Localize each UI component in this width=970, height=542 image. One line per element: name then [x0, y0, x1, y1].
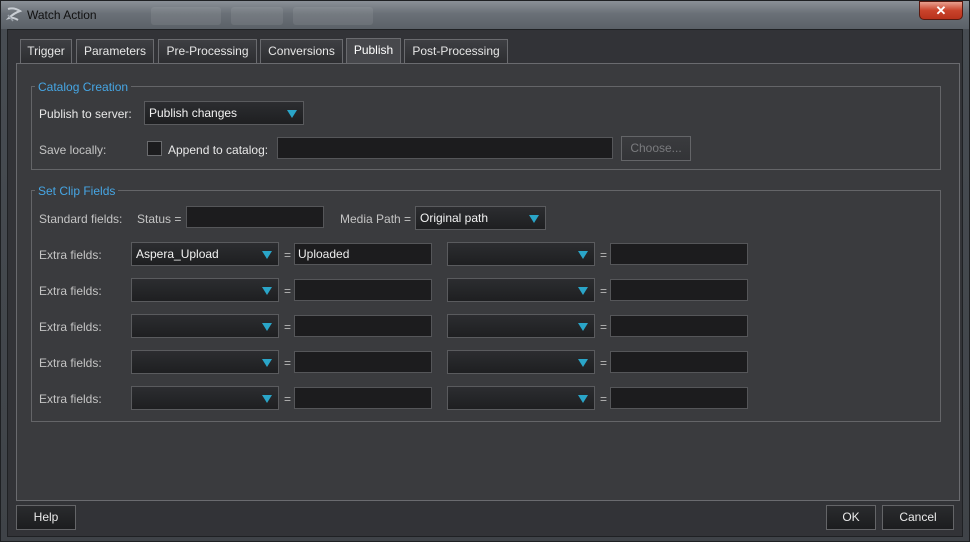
catalog-creation-legend: Catalog Creation	[35, 80, 132, 94]
app-icon	[5, 7, 23, 22]
dropdown-arrow-icon	[287, 110, 297, 118]
dialog-client: Trigger Parameters Pre-Processing Conver…	[7, 29, 963, 537]
help-button[interactable]: Help	[16, 505, 76, 530]
extra-field-value-1[interactable]	[294, 279, 432, 301]
extra-field-value-2[interactable]	[610, 351, 748, 373]
dropdown-arrow-icon	[578, 251, 588, 259]
equals-sign: =	[600, 392, 608, 406]
extra-field-value-1[interactable]: Uploaded	[294, 243, 432, 265]
extra-fields-label: Extra fields:	[39, 248, 102, 262]
extra-field-select-2[interactable]	[447, 350, 595, 374]
extra-field-select-1[interactable]	[131, 386, 279, 410]
append-to-catalog-checkbox[interactable]	[147, 141, 162, 156]
dropdown-arrow-icon	[262, 323, 272, 331]
save-locally-label: Save locally:	[39, 143, 107, 157]
dropdown-arrow-icon	[262, 251, 272, 259]
extra-fields-label: Extra fields:	[39, 356, 102, 370]
tab-conversions[interactable]: Conversions	[260, 39, 343, 63]
equals-sign: =	[284, 248, 292, 262]
publish-select-value: Publish changes	[149, 106, 238, 120]
close-icon: ✕	[935, 3, 947, 18]
extra-field-select-2[interactable]	[447, 242, 595, 266]
extra-field-value-2[interactable]	[610, 243, 748, 265]
extra-fields-label: Extra fields:	[39, 392, 102, 406]
window-title: Watch Action	[27, 8, 97, 22]
tab-label: Publish	[353, 43, 394, 57]
tab-label: Pre-Processing	[166, 44, 249, 58]
dropdown-arrow-icon	[578, 287, 588, 295]
tab-trigger[interactable]: Trigger	[20, 39, 72, 63]
background-ghost	[151, 7, 221, 25]
equals-sign: =	[284, 284, 292, 298]
tab-label: Parameters	[83, 44, 147, 58]
status-label: Status =	[137, 212, 182, 226]
append-to-catalog-label: Append to catalog:	[168, 143, 269, 157]
equals-sign: =	[600, 356, 608, 370]
media-path-label: Media Path =	[340, 212, 412, 226]
extra-field-select-1[interactable]	[131, 314, 279, 338]
equals-sign: =	[284, 392, 292, 406]
append-catalog-input[interactable]	[277, 137, 613, 159]
tab-pre-processing[interactable]: Pre-Processing	[158, 39, 257, 63]
extra-field-select-1[interactable]	[131, 350, 279, 374]
title-bar[interactable]: Watch Action ✕	[1, 1, 969, 29]
extra-field-select-1[interactable]: Aspera_Upload	[131, 242, 279, 266]
tab-publish[interactable]: Publish	[346, 38, 401, 63]
ok-button[interactable]: OK	[826, 505, 876, 530]
dropdown-arrow-icon	[262, 359, 272, 367]
select-value: Aspera_Upload	[136, 247, 219, 261]
extra-field-select-2[interactable]	[447, 386, 595, 410]
tab-label: Post-Processing	[412, 44, 500, 58]
equals-sign: =	[600, 284, 608, 298]
equals-sign: =	[284, 356, 292, 370]
extra-field-value-2[interactable]	[610, 315, 748, 337]
dropdown-arrow-icon	[578, 359, 588, 367]
media-path-value: Original path	[420, 211, 489, 225]
equals-sign: =	[600, 248, 608, 262]
dropdown-arrow-icon	[578, 395, 588, 403]
tab-label: Trigger	[27, 44, 65, 58]
extra-field-select-2[interactable]	[447, 278, 595, 302]
extra-field-value-1[interactable]	[294, 387, 432, 409]
tab-label: Conversions	[268, 44, 335, 58]
extra-field-value-1[interactable]	[294, 315, 432, 337]
background-ghost	[231, 7, 283, 25]
dropdown-arrow-icon	[529, 215, 539, 223]
publish-tab-panel: Catalog Creation Publish to server: Publ…	[16, 63, 960, 501]
extra-field-value-1[interactable]	[294, 351, 432, 373]
set-clip-fields-legend: Set Clip Fields	[35, 184, 119, 198]
equals-sign: =	[600, 320, 608, 334]
cancel-button[interactable]: Cancel	[882, 505, 954, 530]
dropdown-arrow-icon	[578, 323, 588, 331]
status-input[interactable]	[186, 206, 324, 228]
extra-field-value-2[interactable]	[610, 387, 748, 409]
dropdown-arrow-icon	[262, 287, 272, 295]
close-button[interactable]: ✕	[919, 1, 963, 20]
extra-field-value-2[interactable]	[610, 279, 748, 301]
media-path-select[interactable]: Original path	[415, 206, 546, 230]
tab-parameters[interactable]: Parameters	[76, 39, 154, 63]
extra-fields-label: Extra fields:	[39, 320, 102, 334]
extra-fields-label: Extra fields:	[39, 284, 102, 298]
watch-action-window: Watch Action ✕ Trigger Parameters Pre-Pr…	[0, 0, 970, 542]
dropdown-arrow-icon	[262, 395, 272, 403]
background-ghost	[293, 7, 373, 25]
tab-post-processing[interactable]: Post-Processing	[404, 39, 508, 63]
publish-to-server-select[interactable]: Publish changes	[144, 101, 304, 125]
equals-sign: =	[284, 320, 292, 334]
publish-to-server-label: Publish to server:	[39, 107, 132, 121]
standard-fields-label: Standard fields:	[39, 212, 123, 226]
choose-button[interactable]: Choose...	[621, 136, 691, 161]
extra-field-select-1[interactable]	[131, 278, 279, 302]
extra-field-select-2[interactable]	[447, 314, 595, 338]
